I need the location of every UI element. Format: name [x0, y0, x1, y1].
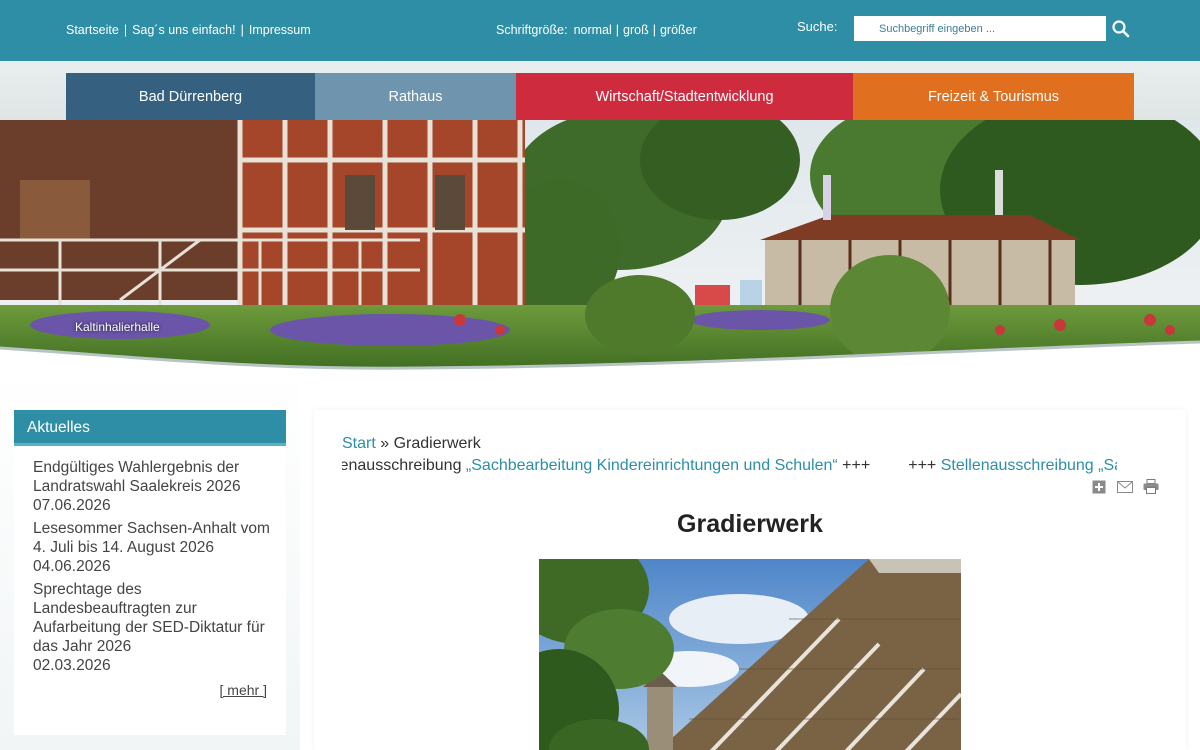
add-icon — [1092, 480, 1106, 493]
nav-freizeit[interactable]: Freizeit & Tourismus — [853, 73, 1134, 120]
page-title: Gradierwerk — [677, 510, 823, 538]
news-item[interactable]: Sprechtage des Landesbeauftragten zur Au… — [33, 580, 276, 675]
search-label: Suche: — [797, 19, 838, 34]
ticker-track: +++ Stellenausschreibung „Sachbearbeitun… — [342, 457, 1117, 475]
top-bar: Startseite | Sag´s uns einfach! | Impressum … — [0, 0, 1200, 61]
hero-image: Kaltinhalierhalle — [0, 120, 1200, 372]
breadcrumb-separator: » — [380, 435, 390, 452]
font-size-label: Schriftgröße: — [496, 23, 568, 37]
font-size-large[interactable]: groß — [623, 23, 649, 37]
add-button[interactable] — [1090, 479, 1108, 494]
news-date: 07.06.2026 — [33, 497, 111, 514]
breadcrumb-current: Gradierwerk — [393, 435, 481, 452]
nav-rathaus[interactable]: Rathaus — [315, 73, 516, 120]
sidebar-title: Aktuelles — [14, 410, 286, 446]
breadcrumb-start-link[interactable]: Start — [342, 435, 376, 452]
link-impressum[interactable]: Impressum — [249, 23, 311, 37]
news-list: Endgültiges Wahlergebnis der Landratswah… — [14, 446, 286, 675]
news-title[interactable]: Sprechtage des Landesbeauftragten zur Au… — [33, 580, 276, 656]
print-icon — [1143, 479, 1159, 494]
ticker-link[interactable]: „Sachbearbeitung Kindereinrichtungen und… — [466, 457, 838, 474]
service-links: Startseite | Sag´s uns einfach! | Impressum — [66, 23, 311, 37]
main-content: Start » Gradierwerk +++ Stellenausschrei… — [314, 410, 1186, 750]
nav-wirtschaft[interactable]: Wirtschaft/Stadtentwicklung — [516, 73, 853, 120]
news-sidebar: Aktuelles Endgültiges Wahlergebnis der L… — [14, 410, 286, 735]
ticker-suffix: +++ — [837, 457, 871, 474]
news-item[interactable]: Lesesommer Sachsen-Anhalt vom 4. Juli bi… — [33, 519, 276, 576]
gradierwerk-image — [499, 534, 963, 750]
hero-caption: Kaltinhalierhalle — [75, 320, 160, 334]
page-tools — [1090, 479, 1160, 494]
news-title[interactable]: Lesesommer Sachsen-Anhalt vom 4. Juli bi… — [33, 519, 276, 557]
news-ticker: +++ Stellenausschreibung „Sachbearbeitun… — [342, 456, 1117, 478]
breadcrumb: Start » Gradierwerk — [342, 435, 481, 453]
link-startseite[interactable]: Startseite — [66, 23, 119, 37]
ticker-prefix: +++ — [908, 457, 941, 474]
news-date: 02.03.2026 — [33, 657, 111, 674]
news-date: 04.06.2026 — [33, 558, 111, 575]
news-title[interactable]: Endgültiges Wahlergebnis der Landratswah… — [33, 458, 276, 496]
font-size-switcher: Schriftgröße: normal | groß | größer — [496, 23, 697, 37]
search-icon — [1112, 20, 1130, 38]
email-icon — [1117, 480, 1133, 493]
more-news-link[interactable]: [ mehr ] — [220, 682, 267, 698]
email-button[interactable] — [1116, 479, 1134, 494]
font-size-normal[interactable]: normal — [574, 23, 612, 37]
hero-photo — [0, 120, 1200, 372]
link-feedback[interactable]: Sag´s uns einfach! — [132, 23, 236, 37]
print-button[interactable] — [1142, 479, 1160, 494]
nav-bad-duerrenberg[interactable]: Bad Dürrenberg — [66, 73, 315, 120]
news-item[interactable]: Endgültiges Wahlergebnis der Landratswah… — [33, 458, 276, 515]
nav-band: Bad Dürrenberg Rathaus Wirtschaft/Stadte… — [0, 61, 1200, 120]
search-button[interactable] — [1108, 16, 1134, 41]
search-input[interactable] — [854, 16, 1106, 41]
font-size-larger[interactable]: größer — [660, 23, 697, 37]
gradierwerk-photo — [499, 534, 963, 750]
ticker-prefix: +++ Stellenausschreibung — [342, 457, 462, 474]
ticker-link[interactable]: Stellenausschreibung „Sachbearbeitung Ki… — [941, 457, 1117, 474]
